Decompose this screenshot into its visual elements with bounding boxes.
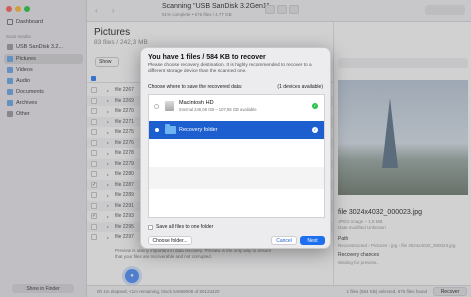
destination-name: Recovery folder [179,127,218,133]
destination-macintosh-hd[interactable]: Macintosh HD Internal 246,08 GB – 107,59… [149,97,324,115]
destination-radio[interactable] [155,128,159,132]
destination-label: Choose where to save the recovered data: [148,84,243,90]
save-all-label: Save all files to one folder [156,224,214,230]
destination-recovery-folder[interactable]: Recovery folder ✓ [149,121,324,139]
cancel-button[interactable]: Cancel [271,236,297,245]
recovery-dialog: You have 1 files / 584 KB to recover Ple… [140,47,331,249]
dialog-description: Please choose recovery destination. It i… [148,63,312,74]
dialog-title: You have 1 files / 584 KB to recover [148,54,266,61]
available-check-icon: ✓ [312,127,318,133]
choose-folder-button[interactable]: Choose folder... [148,236,192,245]
empty-list-row [149,167,324,189]
hard-drive-icon [165,101,174,111]
save-all-checkbox[interactable] [148,224,153,230]
destination-name: Macintosh HD [179,100,214,106]
folder-icon [165,124,176,134]
devices-available-label: (1 devices available) [277,84,323,90]
destination-radio[interactable] [154,104,159,109]
available-check-icon: ✓ [312,103,318,109]
next-button[interactable]: Next [300,236,325,245]
destination-details: Internal 246,08 GB – 107,59 GB available [179,107,257,112]
save-all-option[interactable]: Save all files to one folder [148,224,213,230]
destination-list: Macintosh HD Internal 246,08 GB – 107,59… [148,94,325,218]
